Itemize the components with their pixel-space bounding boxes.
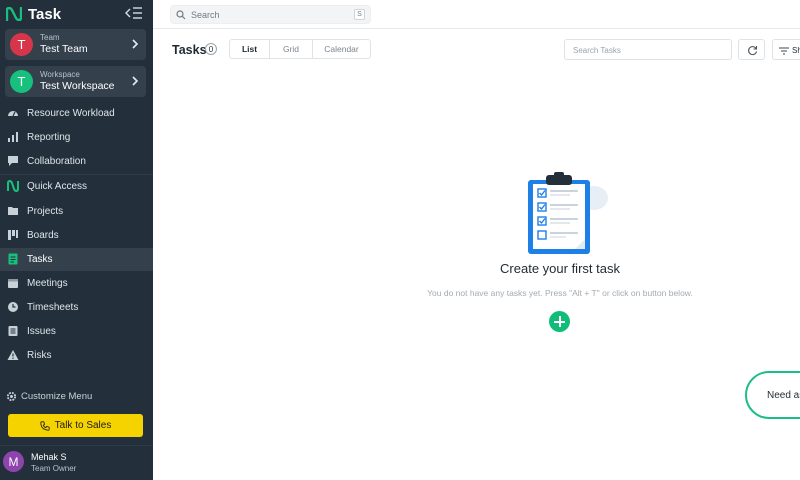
workload-icon [8, 111, 18, 117]
sidebar-item-collaboration[interactable]: Collaboration [0, 150, 153, 173]
sidebar: Task T Team Test Team T Workspace Test W… [0, 0, 153, 480]
task-count-badge: 0 [205, 43, 217, 55]
folder-icon [8, 207, 18, 215]
issues-icon [8, 326, 18, 336]
sidebar-item-meetings[interactable]: Meetings [0, 272, 153, 295]
sidebar-item-label: Resource Workload [27, 108, 115, 119]
sidebar-item-tasks[interactable]: Tasks [0, 248, 153, 271]
chat-icon [8, 156, 18, 166]
search-shortcut-key: S [354, 9, 365, 20]
user-avatar: M [3, 451, 24, 472]
team-avatar: T [10, 33, 33, 56]
team-switcher[interactable]: T Team Test Team [5, 29, 146, 60]
team-caption: Team [40, 33, 60, 42]
collapse-sidebar-icon[interactable] [125, 6, 143, 20]
refresh-icon [748, 46, 758, 56]
sidebar-item-issues[interactable]: Issues [0, 320, 153, 343]
sidebar-item-label: Tasks [27, 254, 53, 265]
team-name: Test Team [40, 43, 88, 55]
workspace-name: Test Workspace [40, 80, 115, 92]
quick-access-icon [7, 180, 19, 192]
talk-to-sales-button[interactable]: Talk to Sales [8, 414, 143, 437]
empty-state-subtitle: You do not have any tasks yet. Press "Al… [427, 288, 693, 298]
sidebar-item-label: Collaboration [27, 156, 86, 167]
workspace-avatar: T [10, 70, 33, 93]
filter-icon [779, 47, 789, 55]
workspace-caption: Workspace [40, 70, 80, 79]
sidebar-item-label: Projects [27, 206, 64, 217]
search-placeholder: Search [191, 10, 220, 20]
calendar-icon [8, 279, 18, 288]
boards-icon [8, 230, 18, 240]
top-bar: Search S [153, 0, 800, 29]
user-name: Mehak S [31, 452, 67, 462]
brand-logo-icon [6, 7, 22, 21]
warning-icon [7, 350, 19, 360]
search-icon [176, 10, 186, 20]
brand[interactable]: Task [6, 5, 61, 23]
user-role: Team Owner [31, 464, 77, 473]
sidebar-item-reporting[interactable]: Reporting [0, 126, 153, 149]
tab-calendar[interactable]: Calendar [313, 40, 370, 58]
filter-label: Sh [792, 46, 800, 55]
sidebar-item-label: Reporting [27, 132, 71, 143]
sidebar-item-projects[interactable]: Projects [0, 200, 153, 223]
workspace-switcher[interactable]: T Workspace Test Workspace [5, 66, 146, 97]
clock-icon [8, 302, 18, 312]
sidebar-item-quick-access[interactable]: Quick Access [0, 175, 153, 198]
sidebar-item-resource-workload[interactable]: Resource Workload [0, 102, 153, 125]
help-chat-label: Need as [767, 390, 800, 401]
sidebar-item-label: Timesheets [27, 302, 79, 313]
talk-to-sales-label: Talk to Sales [54, 420, 112, 431]
refresh-button[interactable] [738, 39, 765, 60]
tab-grid[interactable]: Grid [270, 40, 313, 58]
sidebar-item-risks[interactable]: Risks [0, 344, 153, 367]
search-tasks-input[interactable]: Search Tasks [564, 39, 732, 60]
chevron-right-icon [132, 39, 139, 49]
empty-state-title: Create your first task [500, 261, 620, 276]
chevron-right-icon [132, 76, 139, 86]
customize-menu-label: Customize Menu [21, 391, 93, 402]
sidebar-item-label: Issues [27, 326, 56, 337]
reporting-icon [8, 132, 18, 142]
gear-icon [6, 391, 17, 402]
sidebar-item-label: Meetings [27, 278, 68, 289]
global-search-input[interactable]: Search S [170, 5, 371, 24]
add-task-button[interactable] [549, 311, 570, 332]
customize-menu-button[interactable]: Customize Menu [6, 391, 92, 402]
filter-button[interactable]: Sh [772, 39, 800, 60]
user-profile[interactable]: M Mehak S Team Owner [0, 445, 153, 480]
help-chat-button[interactable]: Need as [745, 371, 800, 419]
view-switcher: List Grid Calendar [229, 39, 371, 59]
brand-name: Task [28, 5, 62, 23]
sidebar-item-timesheets[interactable]: Timesheets [0, 296, 153, 319]
tab-list[interactable]: List [230, 40, 270, 58]
empty-clipboard-illustration [528, 172, 608, 254]
sidebar-item-label: Quick Access [27, 181, 88, 192]
sidebar-item-label: Risks [27, 350, 52, 361]
page-title: Tasks [172, 43, 207, 57]
tasks-icon [8, 253, 18, 265]
sidebar-item-label: Boards [27, 230, 59, 241]
sidebar-item-boards[interactable]: Boards [0, 224, 153, 247]
phone-icon [40, 420, 50, 431]
